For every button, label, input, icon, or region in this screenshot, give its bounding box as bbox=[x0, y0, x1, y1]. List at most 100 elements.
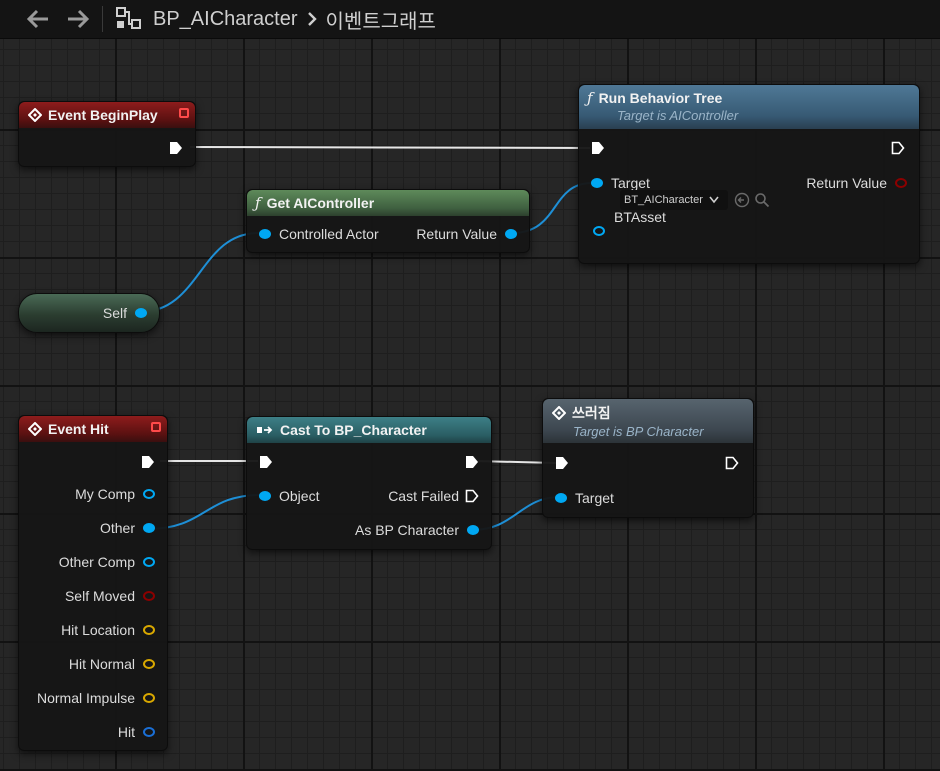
hit-location-pin[interactable]: Hit Location bbox=[61, 622, 155, 638]
delegate-pin-icon[interactable] bbox=[151, 422, 161, 432]
arrow-left-icon bbox=[26, 9, 48, 29]
pin-dot bbox=[259, 229, 271, 239]
breadcrumb-graph[interactable]: 이벤트그래프 bbox=[326, 5, 436, 34]
node-header: Event Hit bbox=[19, 416, 167, 442]
return-value-pin[interactable]: Return Value bbox=[806, 175, 907, 191]
exec-in-pin[interactable] bbox=[591, 141, 605, 155]
arrow-right-icon bbox=[68, 9, 90, 29]
pin-dot bbox=[895, 178, 907, 188]
as-bp-character-pin[interactable]: As BP Character bbox=[355, 522, 479, 538]
self-node[interactable]: Self bbox=[18, 293, 160, 333]
object-wire bbox=[139, 232, 259, 313]
pin-label: Return Value bbox=[416, 226, 497, 242]
event-diamond-icon bbox=[551, 405, 567, 421]
node-title: Event Hit bbox=[48, 421, 109, 437]
toolbar-divider bbox=[102, 6, 103, 32]
pin-label: BTAsset bbox=[614, 209, 666, 225]
node-title: Run Behavior Tree bbox=[598, 90, 723, 106]
pin-dot bbox=[259, 491, 271, 501]
node-header: ƒ Get AIController bbox=[247, 190, 529, 216]
function-icon: ƒ bbox=[587, 89, 593, 107]
cast-failed-pin[interactable]: Cast Failed bbox=[388, 488, 479, 504]
event-beginplay-node[interactable]: Event BeginPlay bbox=[18, 101, 196, 167]
function-icon: ƒ bbox=[255, 194, 261, 212]
back-button[interactable] bbox=[18, 0, 58, 38]
cast-to-bp-character-node[interactable]: Cast To BP_Character Object Cast Failed … bbox=[246, 416, 492, 550]
controlled-actor-pin[interactable]: Controlled Actor bbox=[259, 226, 379, 242]
pin-dot bbox=[143, 523, 155, 533]
pin-label: Target bbox=[611, 175, 650, 191]
target-pin[interactable]: Target bbox=[591, 175, 650, 191]
exec-out-pin[interactable] bbox=[891, 141, 905, 155]
pin-dot bbox=[143, 591, 155, 601]
pin-dot bbox=[135, 308, 147, 318]
pin-dot bbox=[143, 693, 155, 703]
pin-label: Self bbox=[102, 305, 127, 321]
node-header: Event BeginPlay bbox=[19, 102, 195, 128]
node-title: Get AIController bbox=[266, 195, 375, 211]
pin-dot bbox=[467, 525, 479, 535]
pin-label: Hit Normal bbox=[68, 656, 135, 672]
pin-dot bbox=[555, 493, 567, 503]
fall-down-node[interactable]: 쓰러짐 Target is BP Character Target bbox=[542, 398, 754, 518]
exec-out-pin[interactable] bbox=[465, 455, 479, 469]
delegate-pin-icon[interactable] bbox=[179, 108, 189, 118]
btasset-value: BT_AICharacter bbox=[624, 194, 703, 206]
btasset-dropdown[interactable]: BT_AICharacter bbox=[620, 190, 728, 210]
btasset-pin-dot[interactable] bbox=[593, 226, 605, 236]
pin-dot bbox=[143, 489, 155, 499]
pin-dot bbox=[143, 727, 155, 737]
breadcrumb-blueprint[interactable]: BP_AICharacter bbox=[153, 8, 298, 31]
event-hit-node[interactable]: Event Hit My Comp Other Other Comp Self … bbox=[18, 415, 168, 751]
normal-impulse-pin[interactable]: Normal Impulse bbox=[37, 690, 155, 706]
graph-toolbar: BP_AICharacter 이벤트그래프 bbox=[0, 0, 940, 39]
pin-label: As BP Character bbox=[354, 522, 459, 538]
exec-wire bbox=[189, 146, 591, 149]
pin-label: Object bbox=[279, 488, 320, 504]
node-title: 쓰러짐 bbox=[572, 405, 611, 421]
node-header: Cast To BP_Character bbox=[247, 417, 491, 443]
object-pin[interactable]: Object bbox=[259, 488, 319, 504]
use-selected-asset-icon[interactable] bbox=[734, 192, 750, 213]
btasset-pin-label: BTAsset bbox=[614, 209, 666, 225]
pin-label: My Comp bbox=[75, 486, 135, 502]
pin-dot bbox=[591, 178, 603, 188]
chevron-right-icon bbox=[306, 11, 318, 27]
exec-out-pin[interactable] bbox=[169, 141, 183, 155]
exec-out-pin[interactable] bbox=[725, 456, 739, 470]
other-pin[interactable]: Other bbox=[100, 520, 155, 536]
node-header: 쓰러짐 Target is BP Character bbox=[543, 399, 753, 443]
pin-label: Other bbox=[99, 520, 135, 536]
node-subtitle: Target is AIController bbox=[617, 108, 739, 123]
pin-dot bbox=[143, 625, 155, 635]
exec-in-pin[interactable] bbox=[259, 455, 273, 469]
node-header: ƒ Run Behavior Tree Target is AIControll… bbox=[579, 85, 919, 129]
exec-in-pin[interactable] bbox=[555, 456, 569, 470]
pin-label: Cast Failed bbox=[388, 488, 459, 504]
pin-dot bbox=[143, 557, 155, 567]
event-diamond-icon bbox=[27, 107, 43, 123]
pin-label: Normal Impulse bbox=[36, 690, 135, 706]
hit-normal-pin[interactable]: Hit Normal bbox=[69, 656, 155, 672]
exec-out-pin[interactable] bbox=[141, 455, 155, 469]
return-value-pin[interactable]: Return Value bbox=[416, 226, 517, 242]
chevron-down-icon bbox=[709, 196, 719, 204]
target-pin[interactable]: Target bbox=[555, 490, 614, 506]
pin-label: Other Comp bbox=[58, 554, 135, 570]
get-aicontroller-node[interactable]: ƒ Get AIController Controlled Actor Retu… bbox=[246, 189, 530, 253]
self-moved-pin[interactable]: Self Moved bbox=[65, 588, 155, 604]
node-title: Cast To BP_Character bbox=[280, 422, 427, 438]
forward-button[interactable] bbox=[58, 0, 98, 38]
hit-pin[interactable]: Hit bbox=[118, 724, 155, 740]
pin-label: Hit bbox=[117, 724, 135, 740]
run-behavior-tree-node[interactable]: ƒ Run Behavior Tree Target is AIControll… bbox=[578, 84, 920, 264]
graph-canvas[interactable]: Event BeginPlay ƒ Run Behavior Tree Targ… bbox=[0, 39, 940, 771]
my-comp-pin[interactable]: My Comp bbox=[75, 486, 155, 502]
pin-dot bbox=[143, 659, 155, 669]
cast-icon bbox=[255, 422, 275, 438]
other-comp-pin[interactable]: Other Comp bbox=[59, 554, 155, 570]
node-title: Event BeginPlay bbox=[48, 107, 158, 123]
browse-asset-icon[interactable] bbox=[754, 192, 770, 213]
pin-label: Self Moved bbox=[64, 588, 135, 604]
self-pin[interactable]: Self bbox=[103, 305, 147, 321]
